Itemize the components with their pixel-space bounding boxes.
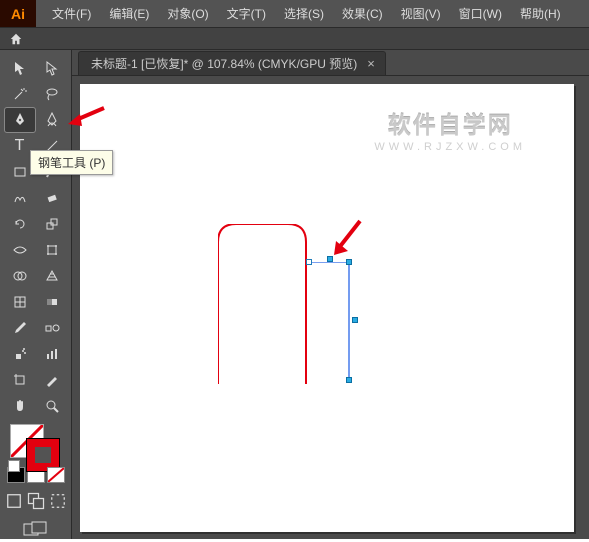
perspective-tool[interactable] (37, 264, 67, 288)
draw-normal-icon[interactable] (4, 493, 24, 509)
callout-arrow-toolbox (66, 104, 106, 128)
app-frame: Ai 文件(F) 编辑(E) 对象(O) 文字(T) 选择(S) 效果(C) 视… (0, 0, 589, 539)
app-logo[interactable]: Ai (0, 0, 36, 27)
artboard-tool[interactable] (5, 368, 35, 392)
shaper-tool[interactable] (5, 186, 35, 210)
menu-view[interactable]: 视图(V) (393, 0, 449, 28)
menubar: 文件(F) 编辑(E) 对象(O) 文字(T) 选择(S) 效果(C) 视图(V… (36, 0, 569, 27)
tab-bar: 未标题-1 [已恢复]* @ 107.84% (CMYK/GPU 预览) × (72, 50, 589, 76)
graph-tool[interactable] (37, 342, 67, 366)
close-icon[interactable]: × (367, 56, 375, 71)
rotate-tool[interactable] (5, 212, 35, 236)
gradient-tool[interactable] (37, 290, 67, 314)
document-tab-label: 未标题-1 [已恢复]* @ 107.84% (CMYK/GPU 预览) (91, 55, 357, 72)
scale-tool[interactable] (37, 212, 67, 236)
watermark: 软件自学网 WWW.RJZXW.COM (374, 106, 526, 153)
menu-object[interactable]: 对象(O) (159, 0, 216, 28)
watermark-line2: WWW.RJZXW.COM (374, 141, 526, 153)
default-fill-stroke-icon[interactable] (8, 460, 20, 472)
blue-path (309, 262, 349, 380)
tooltip-pen-tool: 钢笔工具 (P) (30, 150, 113, 175)
anchor-end[interactable] (346, 377, 352, 383)
pen-tool[interactable] (5, 108, 35, 132)
titlebar: Ai 文件(F) 编辑(E) 对象(O) 文字(T) 选择(S) 效果(C) 视… (0, 0, 589, 28)
blue-path-group (309, 262, 359, 387)
color-chip-none[interactable] (47, 467, 65, 483)
artboard: 软件自学网 WWW.RJZXW.COM (80, 84, 574, 532)
type-icon: T (15, 138, 25, 154)
menu-select[interactable]: 选择(S) (276, 0, 332, 28)
menu-type[interactable]: 文字(T) (219, 0, 274, 28)
toolbox: T (0, 50, 72, 539)
document-tab[interactable]: 未标题-1 [已恢复]* @ 107.84% (CMYK/GPU 预览) × (78, 51, 386, 75)
tool-grid: T (1, 52, 71, 420)
menu-file[interactable]: 文件(F) (44, 0, 99, 28)
eyedropper-tool[interactable] (5, 316, 35, 340)
red-path (218, 224, 306, 384)
eraser-tool[interactable] (37, 186, 67, 210)
free-transform-tool[interactable] (37, 238, 67, 262)
width-tool[interactable] (5, 238, 35, 262)
watermark-line1: 软件自学网 (374, 106, 526, 140)
fill-stroke-swatch[interactable] (8, 424, 64, 461)
canvas[interactable]: 软件自学网 WWW.RJZXW.COM (72, 76, 589, 539)
red-rounded-path (218, 224, 310, 389)
document-area: 未标题-1 [已恢复]* @ 107.84% (CMYK/GPU 预览) × 软… (72, 50, 589, 539)
symbol-spray-tool[interactable] (5, 342, 35, 366)
draw-behind-icon[interactable] (26, 493, 46, 509)
shape-builder-tool[interactable] (5, 264, 35, 288)
anchor-corner[interactable] (346, 259, 352, 265)
selection-tool[interactable] (5, 56, 35, 80)
direct-selection-tool[interactable] (37, 56, 67, 80)
screen-mode-icon[interactable] (23, 521, 49, 539)
menu-window[interactable]: 窗口(W) (451, 0, 510, 28)
control-strip (0, 28, 589, 50)
blend-tool[interactable] (37, 316, 67, 340)
magic-wand-tool[interactable] (5, 82, 35, 106)
draw-mode-row (4, 493, 68, 509)
ai-badge: Ai (7, 3, 29, 25)
menu-edit[interactable]: 编辑(E) (101, 0, 157, 28)
slice-tool[interactable] (37, 368, 67, 392)
anchor-start[interactable] (306, 259, 312, 265)
bbox-handle-right[interactable] (352, 317, 358, 323)
zoom-tool[interactable] (37, 394, 67, 418)
draw-inside-icon[interactable] (48, 493, 68, 509)
mesh-tool[interactable] (5, 290, 35, 314)
callout-arrow-canvas (330, 219, 370, 259)
menu-help[interactable]: 帮助(H) (512, 0, 569, 28)
curvature-tool[interactable] (37, 108, 67, 132)
home-icon[interactable] (6, 30, 26, 48)
menu-effect[interactable]: 效果(C) (334, 0, 391, 28)
lasso-tool[interactable] (37, 82, 67, 106)
hand-tool[interactable] (5, 394, 35, 418)
